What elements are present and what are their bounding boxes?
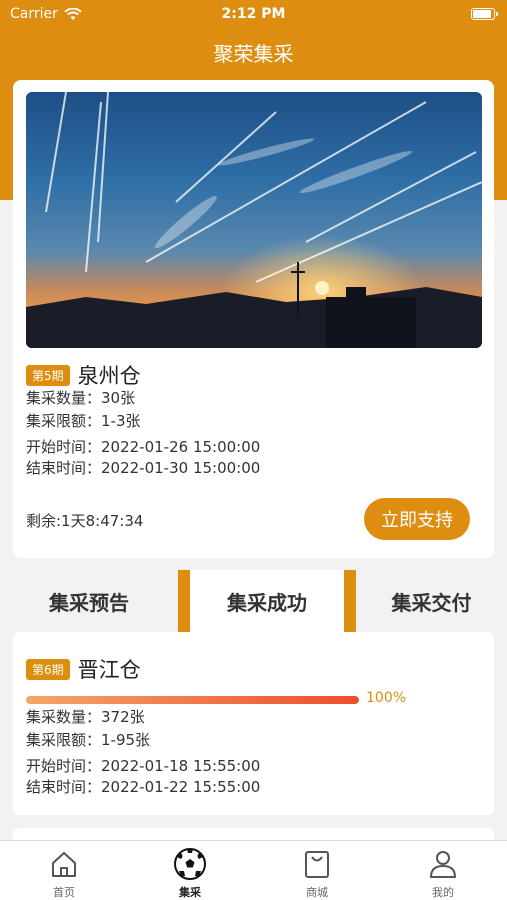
tab-preview[interactable]: 集采预告: [0, 570, 178, 632]
progress-fill: [26, 696, 359, 704]
campaign-limit: 集采限额：1-3张: [26, 412, 141, 430]
list-item-start-time: 开始时间：2022-01-18 15:55:00: [26, 757, 261, 775]
status-bar: Carrier 2:12 PM: [0, 0, 507, 28]
home-icon: [52, 852, 76, 877]
battery-icon: [471, 8, 498, 20]
tabbar-home[interactable]: 首页: [29, 847, 99, 900]
campaign-banner-image: [26, 92, 482, 348]
tabbar-group-buy[interactable]: 集采: [155, 847, 225, 900]
support-now-button[interactable]: 立即支持: [364, 498, 470, 540]
page-title: 聚荣集采: [213, 42, 294, 66]
campaign-title-row: 第5期 泉州仓: [26, 360, 141, 390]
warehouse-name: 泉州仓: [77, 364, 141, 388]
progress-bar: [26, 696, 359, 704]
warehouse-name: 晋江仓: [77, 658, 141, 682]
soccer-ball-icon: [174, 848, 206, 880]
tabbar-mine[interactable]: 我的: [408, 847, 478, 900]
campaign-list-item[interactable]: 第6期 晋江仓 100% 集采数量：372张 集采限额：1-95张 开始时间：2…: [13, 632, 494, 815]
tab-success[interactable]: 集采成功: [178, 570, 356, 632]
campaign-end-time: 结束时间：2022-01-30 15:00:00: [26, 459, 261, 477]
tabbar-label: 首页: [53, 886, 75, 899]
status-time: 2:12 PM: [221, 6, 286, 22]
list-item-quantity: 集采数量：372张: [26, 708, 145, 726]
bottom-tab-bar: 首页 集采 商城 我的: [0, 840, 507, 900]
tabbar-label: 商城: [306, 886, 328, 899]
period-badge: 第5期: [26, 364, 70, 386]
tabbar-label: 集采: [179, 886, 201, 899]
tabbar-mall[interactable]: 商城: [282, 847, 352, 900]
featured-campaign-card[interactable]: 第5期 泉州仓 集采数量：30张 集采限额：1-3张 开始时间：2022-01-…: [13, 80, 494, 558]
list-item-end-time: 结束时间：2022-01-22 15:55:00: [26, 778, 261, 796]
list-item-title-row: 第6期 晋江仓: [26, 654, 141, 684]
shopping-bag-icon: [305, 851, 329, 878]
tabbar-label: 我的: [432, 886, 454, 899]
list-item-limit: 集采限额：1-95张: [26, 731, 151, 749]
sunset-image: [26, 92, 482, 348]
campaign-tabs: 集采预告 集采成功 集采交付: [0, 570, 507, 632]
period-badge: 第6期: [26, 658, 70, 680]
progress-percent: 100%: [366, 690, 407, 706]
campaign-start-time: 开始时间：2022-01-26 15:00:00: [26, 438, 261, 456]
user-icon: [430, 851, 456, 878]
remaining-time: 剩余:1天8:47:34: [26, 512, 144, 530]
campaign-quantity: 集采数量：30张: [26, 389, 136, 407]
tab-delivery[interactable]: 集采交付: [356, 570, 507, 632]
